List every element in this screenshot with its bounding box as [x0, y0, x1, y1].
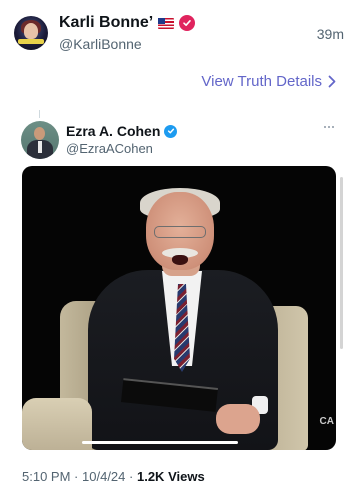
video-subject-glasses: [154, 226, 206, 238]
author-handle[interactable]: @KarliBonne: [59, 36, 142, 52]
author-name-row[interactable]: Karli Bonne’: [59, 14, 196, 32]
meta-separator: ·: [129, 469, 134, 484]
meta-separator: ·: [74, 469, 79, 484]
post-time: 5:10 PM: [22, 469, 71, 484]
post-meta-row: 5:10 PM · 10/4/24 · 1.2K Views: [22, 469, 205, 484]
author-avatar[interactable]: [14, 16, 48, 50]
video-player[interactable]: CA: [22, 166, 336, 450]
embedded-author-avatar[interactable]: [21, 121, 59, 159]
more-options-icon[interactable]: [324, 122, 334, 132]
views-count: 1.2K: [136, 469, 165, 484]
embedded-author-handle[interactable]: @EzraACohen: [66, 141, 153, 156]
verified-badge-icon: [179, 15, 196, 31]
post-date: 10/4/24: [82, 469, 126, 484]
embedded-author-display-name[interactable]: Ezra A. Cohen: [66, 123, 160, 139]
chevron-right-icon: [328, 75, 336, 88]
verified-badge-icon: [164, 124, 178, 138]
view-truth-details-link[interactable]: View Truth Details: [201, 73, 336, 90]
avatar-face: [24, 23, 38, 39]
video-subject-mouth: [172, 255, 188, 265]
embedded-author-name-row[interactable]: Ezra A. Cohen: [66, 123, 178, 139]
scrollbar[interactable]: [340, 177, 343, 349]
author-display-name[interactable]: Karli Bonne’: [59, 14, 153, 32]
view-truth-details-label: View Truth Details: [201, 73, 322, 90]
avatar-head: [34, 127, 45, 140]
video-subject-hand: [216, 404, 260, 434]
us-flag-icon: [158, 17, 175, 29]
video-watermark: CA: [319, 416, 334, 427]
embed-connector-line: [39, 110, 40, 118]
views-label: Views: [168, 469, 205, 484]
avatar-shirt: [38, 141, 42, 153]
post-timestamp: 39m: [316, 26, 344, 42]
avatar-banner: [18, 39, 44, 44]
video-progress-bar[interactable]: [82, 441, 238, 444]
